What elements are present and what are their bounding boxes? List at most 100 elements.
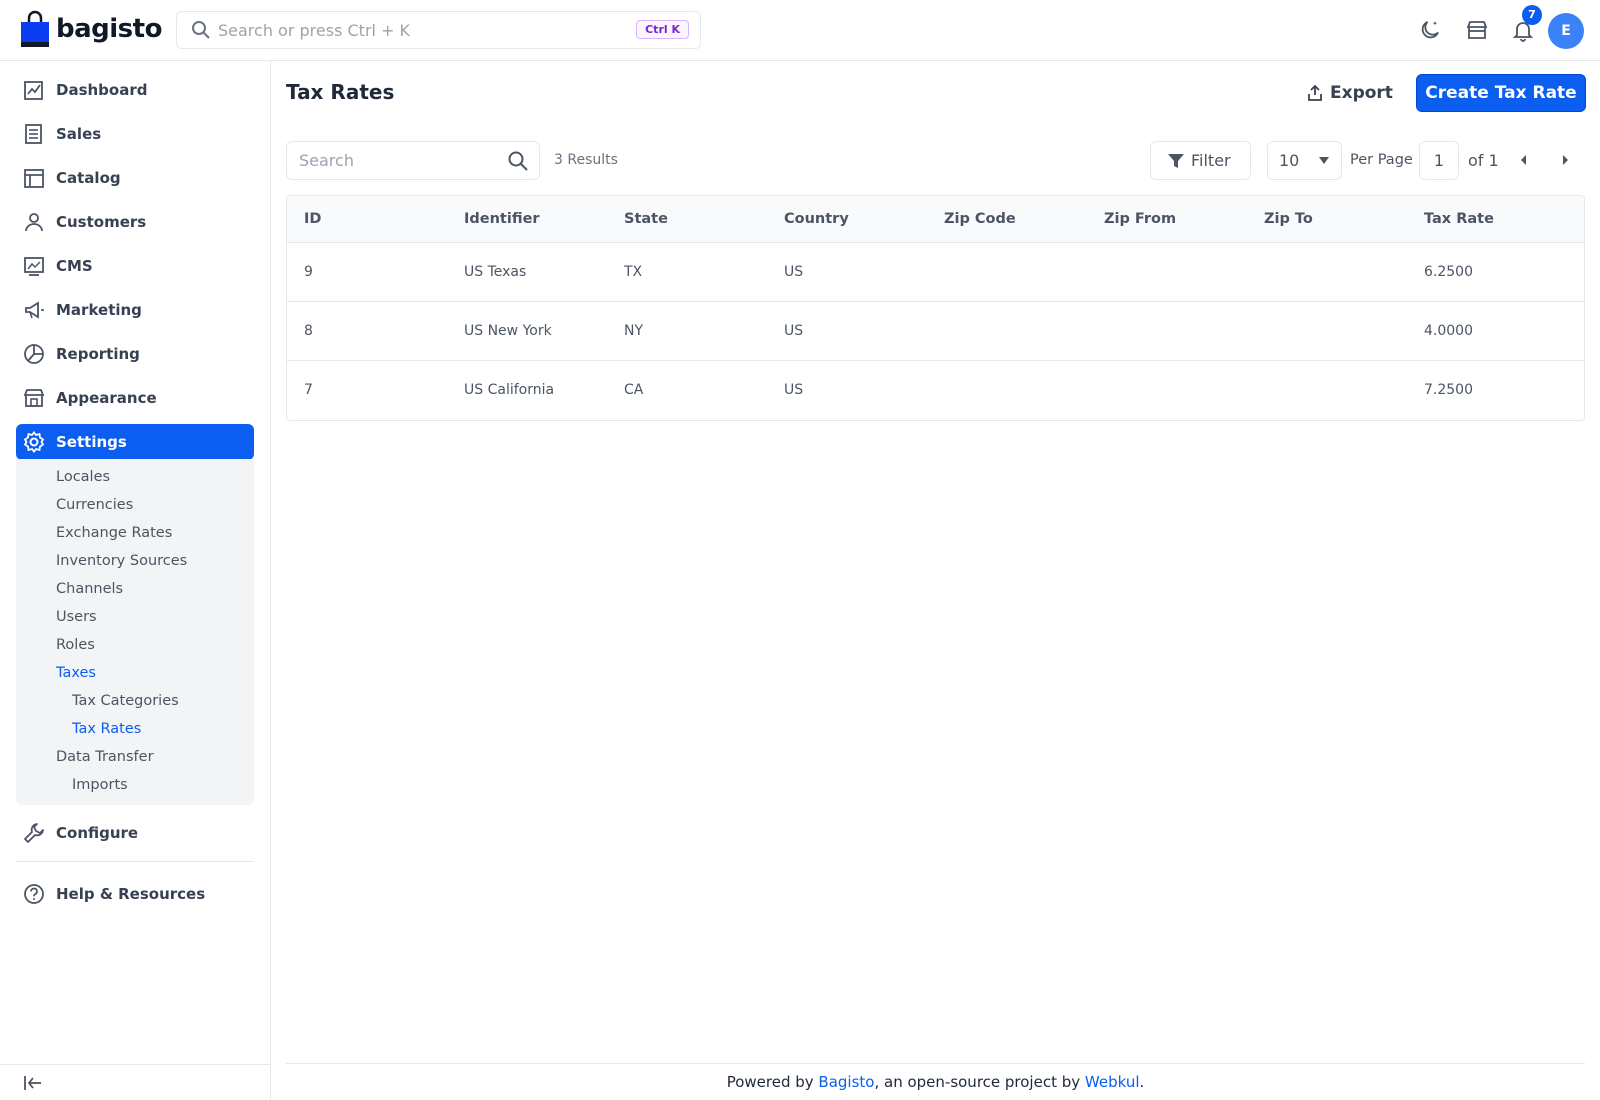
datagrid-search-placeholder: Search xyxy=(299,151,354,170)
sidebar-item-label: Settings xyxy=(56,433,127,451)
column-header-id[interactable]: ID xyxy=(304,211,321,227)
sidebar-item-cms[interactable]: CMS xyxy=(16,248,254,284)
gear-icon xyxy=(23,431,45,453)
sidebar-item-appearance[interactable]: Appearance xyxy=(16,380,254,416)
export-button[interactable]: Export xyxy=(1306,78,1393,108)
webkul-link[interactable]: Webkul xyxy=(1085,1073,1140,1091)
cell-id: 7 xyxy=(304,382,313,398)
submenu-item-channels[interactable]: Channels xyxy=(56,581,123,597)
submenu-item-data-transfer[interactable]: Data Transfer xyxy=(56,749,154,765)
per-page-select[interactable]: 10 xyxy=(1267,141,1342,180)
sidebar-item-label: Marketing xyxy=(56,301,142,319)
sidebar-item-label: Help & Resources xyxy=(56,885,206,903)
submenu-item-exchange-rates[interactable]: Exchange Rates xyxy=(56,525,172,541)
submenu-item-roles[interactable]: Roles xyxy=(56,637,95,653)
datagrid-search-input[interactable]: Search xyxy=(286,141,540,180)
filter-icon xyxy=(1168,154,1184,168)
storefront-icon[interactable] xyxy=(1465,18,1489,42)
page-total-label: of 1 xyxy=(1468,151,1499,170)
table-row[interactable]: 8 US New York NY US 4.0000 xyxy=(287,302,1584,361)
cell-tax-rate: 6.2500 xyxy=(1424,264,1473,280)
submenu-item-users[interactable]: Users xyxy=(56,609,97,625)
sidebar-item-help[interactable]: Help & Resources xyxy=(16,876,254,912)
sidebar-item-marketing[interactable]: Marketing xyxy=(16,292,254,328)
sidebar-collapse-bar xyxy=(0,1064,271,1100)
cell-tax-rate: 7.2500 xyxy=(1424,382,1473,398)
footer-prefix: Powered by xyxy=(726,1073,819,1091)
sidebar-item-dashboard[interactable]: Dashboard xyxy=(16,72,254,108)
column-header-state[interactable]: State xyxy=(624,211,668,227)
sales-icon xyxy=(25,124,42,144)
footer-middle: , an open-source project by xyxy=(874,1073,1085,1091)
top-bar: bagisto Search or press Ctrl + K Ctrl K … xyxy=(0,0,1600,61)
sidebar-item-catalog[interactable]: Catalog xyxy=(16,160,254,196)
sidebar-item-customers[interactable]: Customers xyxy=(16,204,254,240)
submenu-item-taxes[interactable]: Taxes xyxy=(56,665,96,681)
column-header-zip-to[interactable]: Zip To xyxy=(1264,211,1313,227)
sidebar-item-label: Dashboard xyxy=(56,81,148,99)
help-icon xyxy=(24,884,44,904)
column-header-zip-code[interactable]: Zip Code xyxy=(944,211,1016,227)
logo[interactable]: bagisto xyxy=(20,10,162,48)
per-page-label: Per Page xyxy=(1350,152,1413,168)
export-label: Export xyxy=(1330,83,1393,103)
caret-down-icon xyxy=(1319,157,1329,164)
submenu-item-currencies[interactable]: Currencies xyxy=(56,497,133,513)
search-placeholder: Search or press Ctrl + K xyxy=(218,21,411,40)
sidebar-item-label: Reporting xyxy=(56,345,140,363)
page-title: Tax Rates xyxy=(286,80,395,104)
dashboard-icon xyxy=(24,81,43,100)
page-number-input[interactable]: 1 xyxy=(1419,141,1459,180)
submenu-item-locales[interactable]: Locales xyxy=(56,469,110,485)
footer: Powered by Bagisto, an open-source proje… xyxy=(286,1073,1585,1091)
submenu-item-inventory-sources[interactable]: Inventory Sources xyxy=(56,553,187,569)
column-header-country[interactable]: Country xyxy=(784,211,849,227)
dark-mode-icon[interactable] xyxy=(1418,18,1442,42)
search-icon[interactable] xyxy=(507,150,529,172)
cell-id: 9 xyxy=(304,264,313,280)
cell-identifier: US New York xyxy=(464,323,552,339)
sidebar-item-sales[interactable]: Sales xyxy=(16,116,254,152)
results-count: 3 Results xyxy=(554,152,618,168)
table-header: ID Identifier State Country Zip Code Zip… xyxy=(287,196,1584,243)
reporting-icon xyxy=(24,344,44,364)
cell-identifier: US California xyxy=(464,382,555,398)
footer-suffix: . xyxy=(1139,1073,1145,1091)
sidebar-item-configure[interactable]: Configure xyxy=(16,815,254,851)
next-page-icon[interactable] xyxy=(1559,154,1571,166)
sidebar-item-label: Customers xyxy=(56,213,147,231)
create-tax-rate-button[interactable]: Create Tax Rate xyxy=(1416,74,1586,112)
cell-identifier: US Texas xyxy=(464,264,527,280)
bag-logo-icon xyxy=(21,10,49,47)
previous-page-icon[interactable] xyxy=(1518,154,1530,166)
submenu-item-tax-categories[interactable]: Tax Categories xyxy=(72,693,179,709)
bagisto-link[interactable]: Bagisto xyxy=(818,1073,874,1091)
sidebar-item-label: Configure xyxy=(56,824,139,842)
cell-country: US xyxy=(784,382,804,398)
settings-submenu: Locales Currencies Exchange Rates Invent… xyxy=(16,459,254,805)
catalog-icon xyxy=(24,169,44,188)
global-search-input[interactable]: Search or press Ctrl + K Ctrl K xyxy=(176,11,701,49)
sidebar-item-reporting[interactable]: Reporting xyxy=(16,336,254,372)
export-icon xyxy=(1308,84,1322,101)
sidebar: Dashboard Sales Catalog Customers CMS Ma… xyxy=(0,61,271,1100)
submenu-item-imports[interactable]: Imports xyxy=(72,777,128,793)
wrench-icon xyxy=(24,823,44,843)
sidebar-item-label: Catalog xyxy=(56,169,121,187)
per-page-value: 10 xyxy=(1279,151,1300,170)
submenu-item-tax-rates[interactable]: Tax Rates xyxy=(72,721,141,737)
shortcut-badge: Ctrl K xyxy=(636,20,689,39)
cell-tax-rate: 4.0000 xyxy=(1424,323,1473,339)
table-row[interactable]: 7 US California CA US 7.2500 xyxy=(287,361,1584,420)
cell-country: US xyxy=(784,264,804,280)
avatar[interactable]: E xyxy=(1548,13,1584,49)
filter-button[interactable]: Filter xyxy=(1150,141,1251,180)
sidebar-item-settings[interactable]: Settings xyxy=(16,424,254,460)
cell-id: 8 xyxy=(304,323,313,339)
table-row[interactable]: 9 US Texas TX US 6.2500 xyxy=(287,243,1584,302)
collapse-sidebar-icon[interactable] xyxy=(23,1074,43,1092)
sidebar-item-label: Appearance xyxy=(56,389,157,407)
column-header-identifier[interactable]: Identifier xyxy=(464,211,540,227)
column-header-zip-from[interactable]: Zip From xyxy=(1104,211,1176,227)
column-header-tax-rate[interactable]: Tax Rate xyxy=(1424,211,1494,227)
